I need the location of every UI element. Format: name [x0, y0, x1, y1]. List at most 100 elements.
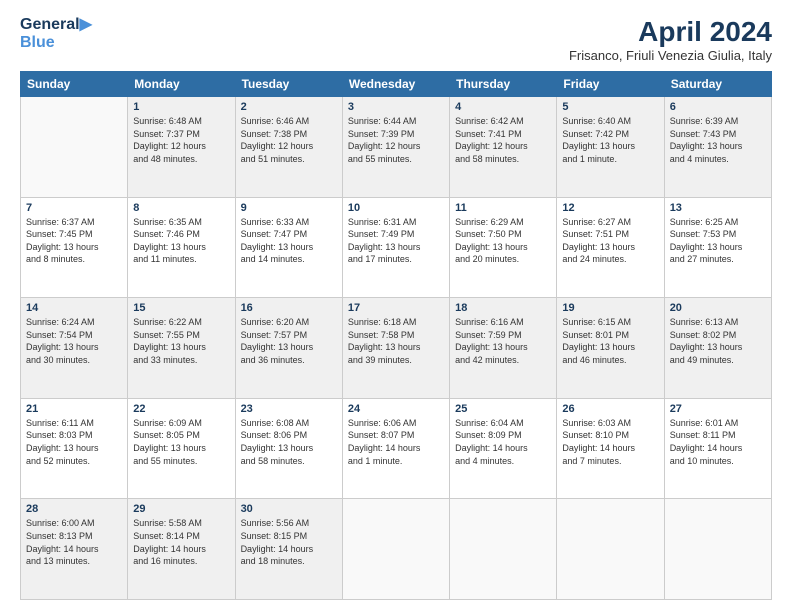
day-info: Sunrise: 6:04 AM Sunset: 8:09 PM Dayligh…: [455, 417, 551, 467]
day-info: Sunrise: 6:22 AM Sunset: 7:55 PM Dayligh…: [133, 316, 229, 366]
col-tuesday: Tuesday: [235, 72, 342, 97]
table-row: 29Sunrise: 5:58 AM Sunset: 8:14 PM Dayli…: [128, 499, 235, 600]
day-number: 22: [133, 403, 229, 415]
day-number: 9: [241, 202, 337, 214]
day-number: 26: [562, 403, 658, 415]
table-row: 30 Sunrise: 5:56 AM Sunset: 8:15 PM Dayli…: [235, 499, 342, 600]
day-info: Sunrise: 6:29 AM Sunset: 7:50 PM Dayligh…: [455, 216, 551, 266]
table-row: 5Sunrise: 6:40 AM Sunset: 7:42 PM Daylig…: [557, 97, 664, 198]
table-row: 17Sunrise: 6:18 AM Sunset: 7:58 PM Dayli…: [342, 298, 449, 399]
day-info: Sunrise: 6:33 AM Sunset: 7:47 PM Dayligh…: [241, 216, 337, 266]
day-info: Sunrise: 6:27 AM Sunset: 7:51 PM Dayligh…: [562, 216, 658, 266]
table-row: 25 Sunrise: 6:04 AM Sunset: 8:09 PM Dayli…: [450, 398, 557, 499]
day-info: Sunrise: 6:20 AM Sunset: 7:57 PM Dayligh…: [241, 316, 337, 366]
day-info: Sunrise: 6:24 AM Sunset: 7:54 PM Dayligh…: [26, 316, 122, 366]
day-number: 29: [133, 503, 229, 515]
day-number: 16: [241, 302, 337, 314]
table-row: 6 Sunrise: 6:39 AM Sunset: 7:43 PM Daylig…: [664, 97, 771, 198]
calendar-week-row: 14 Sunrise: 6:24 AM Sunset: 7:54 PM Dayli…: [21, 298, 772, 399]
table-row: [21, 97, 128, 198]
table-row: 21 Sunrise: 6:11 AM Sunset: 8:03 PM Dayli…: [21, 398, 128, 499]
day-number: 10: [348, 202, 444, 214]
day-info: Sunrise: 6:13 AM Sunset: 8:02 PM Dayligh…: [670, 316, 766, 366]
day-number: 7: [26, 202, 122, 214]
calendar-week-row: 7 Sunrise: 6:37 AM Sunset: 7:45 PM Daylig…: [21, 197, 772, 298]
day-number: 24: [348, 403, 444, 415]
col-wednesday: Wednesday: [342, 72, 449, 97]
table-row: 3 Sunrise: 6:44 AM Sunset: 7:39 PM Daylig…: [342, 97, 449, 198]
table-row: [450, 499, 557, 600]
day-info: Sunrise: 6:16 AM Sunset: 7:59 PM Dayligh…: [455, 316, 551, 366]
day-number: 23: [241, 403, 337, 415]
day-info: Sunrise: 6:35 AM Sunset: 7:46 PM Dayligh…: [133, 216, 229, 266]
day-number: 11: [455, 202, 551, 214]
calendar-week-row: 21 Sunrise: 6:11 AM Sunset: 8:03 PM Dayli…: [21, 398, 772, 499]
calendar-header-row: Sunday Monday Tuesday Wednesday Thursday…: [21, 72, 772, 97]
day-info: Sunrise: 6:48 AM Sunset: 7:37 PM Dayligh…: [133, 115, 229, 165]
day-number: 15: [133, 302, 229, 314]
col-sunday: Sunday: [21, 72, 128, 97]
table-row: 22Sunrise: 6:09 AM Sunset: 8:05 PM Dayli…: [128, 398, 235, 499]
day-info: Sunrise: 6:01 AM Sunset: 8:11 PM Dayligh…: [670, 417, 766, 467]
day-number: 20: [670, 302, 766, 314]
table-row: 14 Sunrise: 6:24 AM Sunset: 7:54 PM Dayli…: [21, 298, 128, 399]
table-row: [342, 499, 449, 600]
table-row: 9 Sunrise: 6:33 AM Sunset: 7:47 PM Daylig…: [235, 197, 342, 298]
day-number: 27: [670, 403, 766, 415]
day-number: 19: [562, 302, 658, 314]
col-thursday: Thursday: [450, 72, 557, 97]
subtitle: Frisanco, Friuli Venezia Giulia, Italy: [569, 48, 772, 63]
table-row: 13Sunrise: 6:25 AM Sunset: 7:53 PM Dayli…: [664, 197, 771, 298]
day-info: Sunrise: 5:56 AM Sunset: 8:15 PM Dayligh…: [241, 517, 337, 567]
table-row: 2 Sunrise: 6:46 AM Sunset: 7:38 PM Daylig…: [235, 97, 342, 198]
table-row: 4 Sunrise: 6:42 AM Sunset: 7:41 PM Daylig…: [450, 97, 557, 198]
day-info: Sunrise: 6:15 AM Sunset: 8:01 PM Dayligh…: [562, 316, 658, 366]
day-info: Sunrise: 6:46 AM Sunset: 7:38 PM Dayligh…: [241, 115, 337, 165]
table-row: 12 Sunrise: 6:27 AM Sunset: 7:51 PM Dayli…: [557, 197, 664, 298]
table-row: 23 Sunrise: 6:08 AM Sunset: 8:06 PM Dayli…: [235, 398, 342, 499]
day-number: 4: [455, 101, 551, 113]
day-info: Sunrise: 6:03 AM Sunset: 8:10 PM Dayligh…: [562, 417, 658, 467]
table-row: 28Sunrise: 6:00 AM Sunset: 8:13 PM Dayli…: [21, 499, 128, 600]
day-info: Sunrise: 6:44 AM Sunset: 7:39 PM Dayligh…: [348, 115, 444, 165]
day-number: 14: [26, 302, 122, 314]
table-row: 19 Sunrise: 6:15 AM Sunset: 8:01 PM Dayli…: [557, 298, 664, 399]
logo: General▶ Blue: [20, 16, 92, 53]
table-row: [664, 499, 771, 600]
day-number: 3: [348, 101, 444, 113]
col-saturday: Saturday: [664, 72, 771, 97]
calendar-table: Sunday Monday Tuesday Wednesday Thursday…: [20, 71, 772, 600]
day-number: 5: [562, 101, 658, 113]
table-row: 20 Sunrise: 6:13 AM Sunset: 8:02 PM Dayli…: [664, 298, 771, 399]
day-number: 17: [348, 302, 444, 314]
day-info: Sunrise: 6:37 AM Sunset: 7:45 PM Dayligh…: [26, 216, 122, 266]
table-row: 1 Sunrise: 6:48 AM Sunset: 7:37 PM Daylig…: [128, 97, 235, 198]
day-info: Sunrise: 6:08 AM Sunset: 8:06 PM Dayligh…: [241, 417, 337, 467]
table-row: 24 Sunrise: 6:06 AM Sunset: 8:07 PM Dayli…: [342, 398, 449, 499]
day-number: 30: [241, 503, 337, 515]
table-row: 27 Sunrise: 6:01 AM Sunset: 8:11 PM Dayli…: [664, 398, 771, 499]
day-number: 2: [241, 101, 337, 113]
main-title: April 2024: [569, 16, 772, 48]
day-number: 1: [133, 101, 229, 113]
title-block: April 2024 Frisanco, Friuli Venezia Giul…: [569, 16, 772, 63]
day-number: 12: [562, 202, 658, 214]
table-row: 8Sunrise: 6:35 AM Sunset: 7:46 PM Daylig…: [128, 197, 235, 298]
day-info: Sunrise: 6:06 AM Sunset: 8:07 PM Dayligh…: [348, 417, 444, 467]
table-row: [557, 499, 664, 600]
day-info: Sunrise: 6:42 AM Sunset: 7:41 PM Dayligh…: [455, 115, 551, 165]
table-row: 16 Sunrise: 6:20 AM Sunset: 7:57 PM Dayli…: [235, 298, 342, 399]
day-info: Sunrise: 6:31 AM Sunset: 7:49 PM Dayligh…: [348, 216, 444, 266]
day-info: Sunrise: 6:39 AM Sunset: 7:43 PM Dayligh…: [670, 115, 766, 165]
table-row: 10 Sunrise: 6:31 AM Sunset: 7:49 PM Dayli…: [342, 197, 449, 298]
day-number: 25: [455, 403, 551, 415]
table-row: 26 Sunrise: 6:03 AM Sunset: 8:10 PM Dayli…: [557, 398, 664, 499]
table-row: 18Sunrise: 6:16 AM Sunset: 7:59 PM Dayli…: [450, 298, 557, 399]
logo-text: General▶ Blue: [20, 16, 92, 53]
table-row: 11 Sunrise: 6:29 AM Sunset: 7:50 PM Dayli…: [450, 197, 557, 298]
day-number: 6: [670, 101, 766, 113]
col-monday: Monday: [128, 72, 235, 97]
day-info: Sunrise: 6:11 AM Sunset: 8:03 PM Dayligh…: [26, 417, 122, 467]
calendar-week-row: 1 Sunrise: 6:48 AM Sunset: 7:37 PM Daylig…: [21, 97, 772, 198]
day-number: 21: [26, 403, 122, 415]
